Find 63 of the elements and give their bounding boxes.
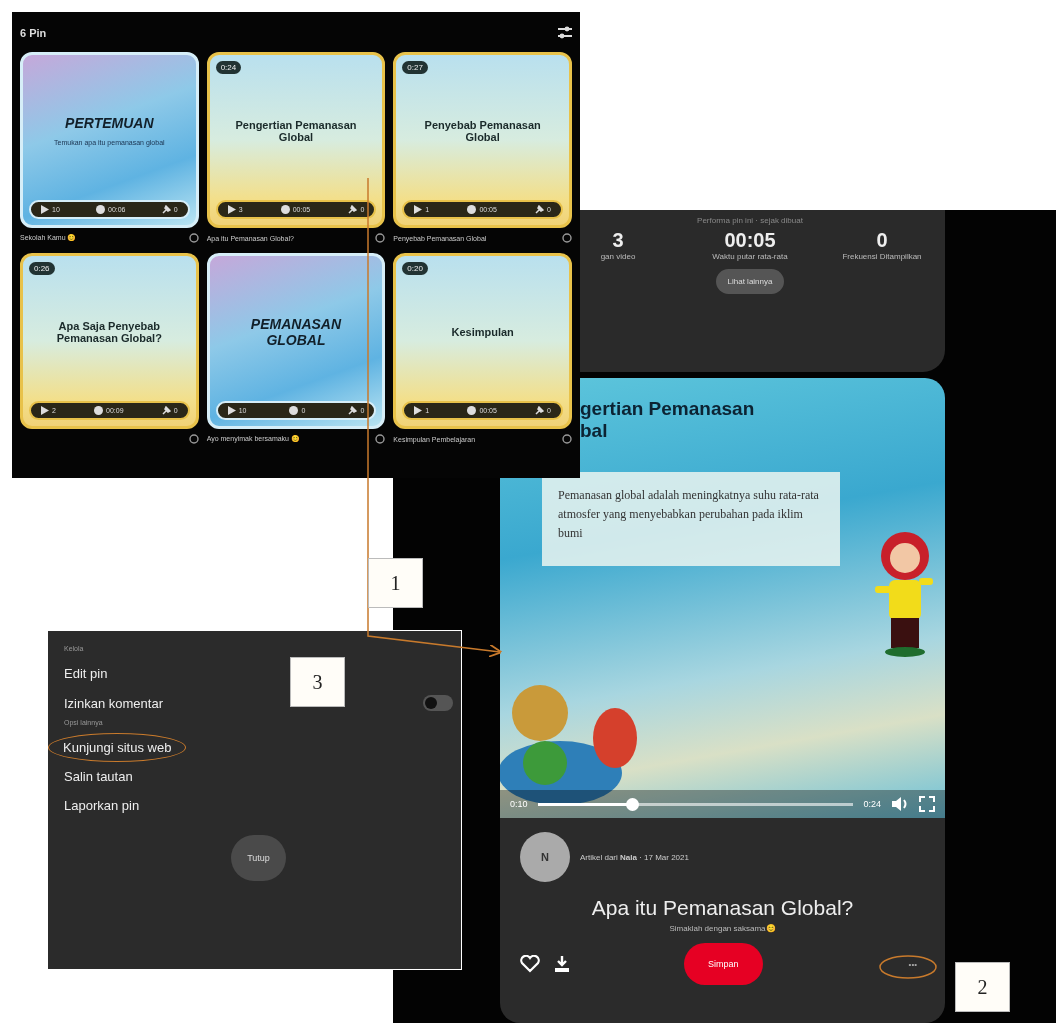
play-icon (41, 406, 49, 415)
play-icon (414, 205, 423, 214)
more-button[interactable]: Lihat lainnya (715, 269, 785, 294)
elapsed-time: 0:10 (510, 799, 528, 809)
clock-icon (467, 406, 477, 415)
clock-icon (280, 205, 290, 214)
metric-label: Frekuensi Ditampilkan (842, 252, 922, 261)
metric-value: 0 (876, 229, 888, 252)
callout-number: 3 (290, 657, 345, 707)
callout-number: 1 (368, 558, 423, 608)
volume-icon[interactable] (891, 796, 909, 812)
byline: Artikel dari Nala · 17 Mar 2021 (580, 852, 689, 862)
clock-icon (96, 205, 105, 214)
menu-item[interactable]: Laporkan pin (64, 798, 140, 813)
menu-item[interactable]: Izinkan komentar (64, 695, 163, 711)
slide-title: bal (580, 420, 609, 442)
duration-badge: 0:26 (29, 262, 55, 275)
toggle-switch[interactable] (423, 695, 453, 711)
save-button[interactable]: Simpan (684, 943, 763, 985)
slide-text: Pemanasan global adalah meningkatnya suhu rata-rata atmosfer yang menyebabkan perubahan pada iklim bumi (542, 472, 840, 566)
more-options-button[interactable]: ••• (908, 959, 917, 969)
slide-title: PERTEMUAN (65, 115, 154, 131)
performance-caption: Performa pin ini · sejak dibuat (697, 216, 803, 225)
slide-title: Pengertian Pemanasan Global (234, 118, 358, 143)
info-icon[interactable] (562, 434, 572, 444)
slide-title: gertian Pemanasan (580, 398, 756, 420)
slide-title: Apa Saja Penyebab Pemanasan Global? (55, 319, 163, 344)
menu-item[interactable]: Edit pin (64, 666, 108, 681)
close-button[interactable]: Tutup (231, 835, 286, 881)
duration-badge: 0:24 (215, 61, 242, 74)
info-icon[interactable] (188, 434, 199, 444)
highlight-ellipse (879, 955, 937, 979)
avatar[interactable]: N (520, 832, 570, 882)
clock-icon (467, 205, 477, 214)
clock-icon (94, 406, 104, 415)
slide-title: PEMANASAN GLOBAL (249, 315, 343, 348)
slide-title: Penyebab Pemanasan Global (423, 118, 542, 143)
menu-item[interactable]: Salin tautan (64, 769, 133, 784)
slide-title: Kesimpulan (451, 325, 514, 338)
play-icon (227, 205, 236, 214)
filter-icon[interactable] (558, 26, 572, 40)
heart-icon[interactable] (520, 955, 540, 973)
play-icon (414, 406, 423, 415)
info-icon[interactable] (375, 233, 386, 243)
fullscreen-icon[interactable] (919, 796, 935, 812)
metric-label: gan video (600, 252, 636, 261)
info-icon[interactable] (375, 434, 386, 444)
info-icon[interactable] (188, 233, 199, 243)
callout-number: 2 (955, 962, 1010, 1012)
duration-badge: 0:20 (402, 262, 428, 275)
pin-description: Simaklah dengan saksama😊 (669, 924, 776, 933)
pin-title: Apa itu Pemanasan Global? (591, 896, 854, 920)
metric-label: Waktu putar rata-rata (712, 252, 788, 261)
info-icon[interactable] (562, 233, 572, 243)
remaining-time: 0:24 (863, 799, 881, 809)
duration-badge: 0:27 (402, 61, 428, 74)
play-icon (227, 406, 236, 415)
pin-count: 6 Pin (20, 27, 47, 39)
clock-icon (289, 406, 299, 415)
metric-value: 3 (612, 229, 624, 252)
play-icon (41, 205, 49, 214)
download-icon[interactable] (554, 955, 570, 973)
metric-value: 00:05 (724, 229, 776, 252)
